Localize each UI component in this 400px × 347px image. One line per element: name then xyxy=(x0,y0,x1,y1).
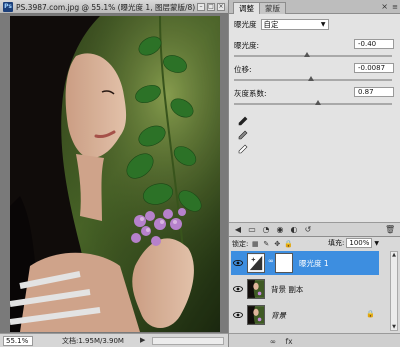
lock-transparency-icon[interactable]: ▦ xyxy=(251,240,259,248)
status-menu-arrow-icon[interactable]: ▶ xyxy=(140,336,149,345)
exposure-param: 曝光度: -0.40 xyxy=(234,39,396,64)
photo xyxy=(10,16,220,332)
panel-view-icon[interactable]: ▭ xyxy=(247,225,257,235)
panel-tab-bar: 调整 蒙版 × ≡ xyxy=(229,0,400,14)
back-arrow-icon[interactable]: ◀ xyxy=(233,225,243,235)
offset-label: 位移: xyxy=(234,65,252,74)
minimize-button[interactable]: – xyxy=(197,3,205,11)
tab-adjustments[interactable]: 调整 xyxy=(233,2,260,14)
lock-label: 锁定: xyxy=(232,239,249,248)
layer-style-fx-icon[interactable]: fx xyxy=(283,336,295,347)
gray-eyedropper-icon[interactable] xyxy=(237,130,248,141)
image-canvas[interactable] xyxy=(10,16,220,332)
exposure-input[interactable]: -0.40 xyxy=(354,39,394,49)
link-layers-icon[interactable]: ∞ xyxy=(267,336,279,347)
adjustments-footer: ◀ ▭ ◔ ◉ ◐ ↺ 🗑 xyxy=(229,222,400,236)
gamma-label: 灰度系数: xyxy=(234,89,267,98)
layer-thumbnail xyxy=(247,279,265,299)
tab-masks[interactable]: 蒙版 xyxy=(259,2,286,14)
adjustments-panel: 曝光度 自定 ▼ 曝光度: -0.40 位移: -0.0087 灰度系数: 0.… xyxy=(229,14,400,236)
document-info: 文档:1.95M/3.90M xyxy=(62,337,124,345)
right-panels: 调整 蒙版 × ≡ 曝光度 自定 ▼ 曝光度: -0.40 位移: -0.008… xyxy=(228,0,400,347)
layer-mask-thumbnail[interactable] xyxy=(275,253,293,273)
preset-row: 曝光度 自定 ▼ xyxy=(234,18,329,30)
fill-label: 填充: xyxy=(328,239,345,247)
chevron-down-icon[interactable]: ▼ xyxy=(374,240,379,247)
layer-row-exposure[interactable]: ∞ 曝光度 1 xyxy=(231,251,379,275)
lock-position-icon[interactable]: ✥ xyxy=(273,240,281,248)
layer-name: 曝光度 1 xyxy=(299,259,329,268)
layer-row-background-copy[interactable]: 背景 副本 xyxy=(231,277,379,301)
document-title-bar[interactable]: Ps PS.3987.com.jpg @ 55.1% (曝光度 1, 图层蒙版/… xyxy=(0,0,228,14)
layer-thumbnail xyxy=(247,305,265,325)
black-eyedropper-icon[interactable] xyxy=(237,116,248,127)
fill-row: 填充: 100% ▼ xyxy=(328,238,379,248)
layer-row-background[interactable]: 背景 🔒 xyxy=(231,303,379,327)
adjustment-layer-icon xyxy=(247,253,265,273)
zoom-field[interactable]: 55.1% xyxy=(3,336,33,346)
adjustment-title: 曝光度 xyxy=(234,19,257,29)
gamma-slider-track[interactable] xyxy=(234,103,392,105)
scroll-down-icon[interactable]: ▼ xyxy=(391,324,397,330)
exposure-slider-thumb[interactable] xyxy=(303,52,310,57)
lock-icon: 🔒 xyxy=(366,310,375,318)
gamma-param: 灰度系数: 0.87 xyxy=(234,87,396,112)
exposure-label: 曝光度: xyxy=(234,41,260,50)
link-icon[interactable]: ∞ xyxy=(268,257,274,265)
preset-select[interactable]: 自定 ▼ xyxy=(260,18,329,30)
scroll-up-icon[interactable]: ▲ xyxy=(391,252,397,258)
layers-scrollbar[interactable]: ▲ ▼ xyxy=(390,251,398,331)
preset-value: 自定 xyxy=(263,19,279,29)
lock-pixels-icon[interactable]: ✎ xyxy=(262,240,270,248)
eye-icon[interactable] xyxy=(233,258,243,268)
offset-slider-thumb[interactable] xyxy=(308,76,315,81)
clip-layer-icon[interactable]: ◔ xyxy=(261,225,271,235)
horizontal-scrollbar[interactable] xyxy=(152,337,224,345)
document-title: PS.3987.com.jpg @ 55.1% (曝光度 1, 图层蒙版/8) … xyxy=(16,3,202,12)
layer-name: 背景 xyxy=(271,311,286,320)
offset-input[interactable]: -0.0087 xyxy=(354,63,394,73)
white-eyedropper-icon[interactable] xyxy=(237,144,248,155)
window-buttons: – □ × xyxy=(197,3,225,11)
lock-row: 锁定: ▦ ✎ ✥ 🔒 xyxy=(232,238,293,249)
panel-menu-icon[interactable]: ≡ xyxy=(392,3,398,11)
eyedroppers xyxy=(237,116,248,155)
exposure-slider-track[interactable] xyxy=(234,55,392,57)
ps-app-icon: Ps xyxy=(3,2,13,12)
close-button[interactable]: × xyxy=(217,3,225,11)
panel-close-icon[interactable]: × xyxy=(381,2,388,11)
trash-icon[interactable]: 🗑 xyxy=(385,225,395,235)
lock-all-icon[interactable]: 🔒 xyxy=(284,240,293,248)
status-bar: 55.1% 文档:1.95M/3.90M ▶ xyxy=(0,333,228,347)
gamma-input[interactable]: 0.87 xyxy=(354,87,394,97)
layers-panel: 锁定: ▦ ✎ ✥ 🔒 填充: 100% ▼ ∞ 曝光度 1 背景 副本 背景 … xyxy=(229,236,400,347)
visibility-eye-icon[interactable]: ◉ xyxy=(275,225,285,235)
chevron-down-icon: ▼ xyxy=(320,20,326,28)
fill-input[interactable]: 100% xyxy=(346,238,373,248)
layers-footer: ∞ fx xyxy=(229,333,400,347)
maximize-button[interactable]: □ xyxy=(207,3,215,11)
offset-param: 位移: -0.0087 xyxy=(234,63,396,88)
previous-state-icon[interactable]: ◐ xyxy=(289,225,299,235)
eye-icon[interactable] xyxy=(233,284,243,294)
reset-icon[interactable]: ↺ xyxy=(303,225,313,235)
layer-name: 背景 副本 xyxy=(271,285,304,294)
document-window: Ps PS.3987.com.jpg @ 55.1% (曝光度 1, 图层蒙版/… xyxy=(0,0,228,347)
gamma-slider-thumb[interactable] xyxy=(314,100,321,105)
eye-icon[interactable] xyxy=(233,310,243,320)
